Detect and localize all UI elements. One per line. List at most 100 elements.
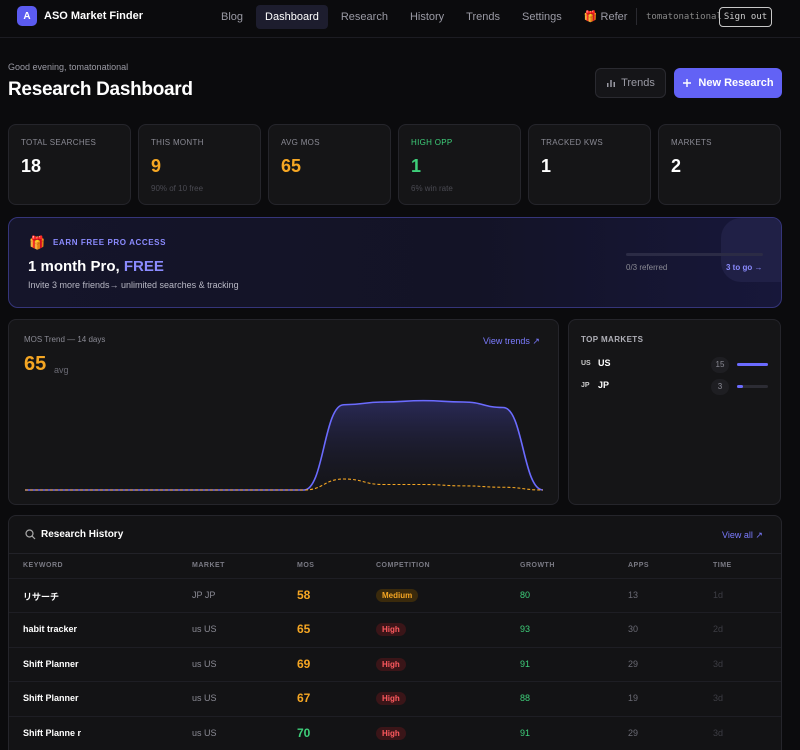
referral-title: 1 month Pro, FREE (28, 258, 164, 275)
cell-growth: 80 (520, 590, 531, 600)
col-market[interactable]: MARKET (192, 562, 225, 569)
stat-label: AVG MOS (281, 138, 320, 147)
cell-keyword: habit tracker (23, 624, 78, 634)
cell-growth: 91 (520, 728, 531, 738)
table-row[interactable]: habit tracker us US 65 High 93 30 2d (9, 612, 781, 646)
col-competition[interactable]: COMPETITION (376, 562, 430, 569)
cell-mos: 70 (297, 726, 311, 740)
col-keyword[interactable]: KEYWORD (23, 562, 63, 569)
logo-badge[interactable]: A (17, 6, 37, 26)
cell-keyword: リサーチ (23, 592, 60, 602)
decorative-glow (721, 218, 781, 282)
cell-time: 2d (713, 624, 724, 634)
sign-out-button[interactable]: Sign out (719, 7, 772, 27)
cell-growth: 91 (520, 659, 531, 669)
stat-value: 1 (411, 156, 422, 176)
trend-value: 65 (24, 353, 47, 375)
search-icon (25, 529, 36, 540)
nav-dashboard[interactable]: Dashboard (256, 5, 328, 29)
stat-card-total-searches: TOTAL SEARCHES 18 (8, 124, 131, 205)
cell-growth: 88 (520, 693, 531, 703)
cell-mos: 67 (297, 691, 311, 705)
top-markets-title: TOP MARKETS (581, 335, 644, 344)
stat-label: TRACKED KWS (541, 138, 603, 147)
cell-market: us US (192, 624, 217, 634)
new-research-label: New Research (698, 77, 774, 89)
cell-market: us US (192, 659, 217, 669)
stat-sub: 90% of 10 free (151, 184, 204, 193)
market-bar-fill (737, 385, 744, 388)
mos-area-fill (25, 400, 543, 490)
referral-progress-bar (626, 253, 763, 256)
nav-settings[interactable]: Settings (513, 5, 571, 29)
nav-blog[interactable]: Blog (212, 5, 252, 29)
history-header: Research History View all ↗ (9, 516, 781, 554)
market-bar (737, 363, 768, 366)
referral-description: Invite 3 more friends→ unlimited searche… (28, 280, 239, 290)
cell-keyword: Shift Planner (23, 659, 79, 669)
brand-name[interactable]: ASO Market Finder (44, 10, 143, 22)
mos-trend-chart (25, 399, 544, 491)
referral-progress-text: 0/3 referred (626, 263, 668, 272)
cell-market: us US (192, 728, 217, 738)
trend-avg-label: avg (54, 365, 69, 375)
nav-trends[interactable]: Trends (457, 5, 509, 29)
cell-apps: 29 (628, 659, 639, 669)
competition-badge: High (376, 623, 406, 636)
stat-value: 2 (671, 156, 682, 176)
col-time[interactable]: TIME (713, 562, 732, 569)
cell-mos: 69 (297, 657, 311, 671)
stat-label: MARKETS (671, 138, 712, 147)
referral-togo-link[interactable]: 3 to go → (726, 263, 762, 272)
stat-label: THIS MONTH (151, 138, 204, 147)
stat-card-markets: MARKETS 2 (658, 124, 781, 205)
market-row-us[interactable]: US US 15 (581, 357, 771, 373)
nav-refer[interactable]: 🎁 Refer (575, 5, 637, 29)
cell-mos: 58 (297, 588, 311, 602)
col-apps[interactable]: APPS (628, 562, 649, 569)
stat-label: TOTAL SEARCHES (21, 138, 97, 147)
cell-time: 3d (713, 728, 724, 738)
stat-label: HIGH OPP (411, 138, 453, 147)
nav-history[interactable]: History (401, 5, 453, 29)
cell-mos: 65 (297, 622, 311, 636)
cell-growth: 93 (520, 624, 531, 634)
new-research-button[interactable]: New Research (674, 68, 782, 98)
market-name: US (598, 358, 611, 368)
plus-icon (683, 79, 692, 87)
cell-time: 3d (713, 693, 724, 703)
competition-badge: High (376, 658, 406, 671)
view-all-link[interactable]: View all ↗ (722, 530, 763, 541)
market-count: 3 (711, 379, 729, 395)
col-mos[interactable]: MOS (297, 562, 314, 569)
stat-card-this-month: THIS MONTH 9 90% of 10 free (138, 124, 261, 205)
competition-badge: High (376, 692, 406, 705)
market-row-jp[interactable]: JP JP 3 (581, 379, 771, 395)
competition-badge: Medium (376, 589, 419, 602)
table-row[interactable]: Shift Planner us US 69 High 91 29 3d (9, 647, 781, 681)
market-name: JP (598, 380, 610, 390)
table-row[interactable]: リサーチ JP JP 58 Medium 80 13 1d (9, 578, 781, 612)
cell-keyword: Shift Planner (23, 693, 79, 703)
market-bar (737, 385, 768, 388)
table-row[interactable]: Shift Planne r us US 70 High 91 29 3d (9, 716, 781, 750)
referral-eyebrow: EARN FREE PRO ACCESS (53, 238, 167, 247)
greeting: Good evening, tomatonational (8, 62, 129, 72)
nav-research[interactable]: Research (332, 5, 397, 29)
referral-banner[interactable]: 🎁 EARN FREE PRO ACCESS 1 month Pro, FREE… (8, 217, 782, 308)
history-title: Research History (41, 529, 124, 540)
stat-sub: 6% win rate (411, 184, 453, 193)
view-trends-link[interactable]: View trends ↗ (483, 336, 540, 347)
market-count: 15 (711, 357, 729, 373)
cell-apps: 29 (628, 728, 639, 738)
page-title: Research Dashboard (8, 79, 193, 100)
cell-market: us US (192, 693, 217, 703)
competition-badge: High (376, 727, 406, 740)
col-growth[interactable]: GROWTH (520, 562, 555, 569)
table-row[interactable]: Shift Planner us US 67 High 88 19 3d (9, 681, 781, 715)
cell-time: 3d (713, 659, 724, 669)
trends-button[interactable]: Trends (595, 68, 666, 98)
top-markets-card: TOP MARKETS US US 15 JP JP 3 (568, 319, 781, 505)
user-name: tomatonational (646, 12, 722, 22)
stat-card-tracked-kws: TRACKED KWS 1 (528, 124, 651, 205)
